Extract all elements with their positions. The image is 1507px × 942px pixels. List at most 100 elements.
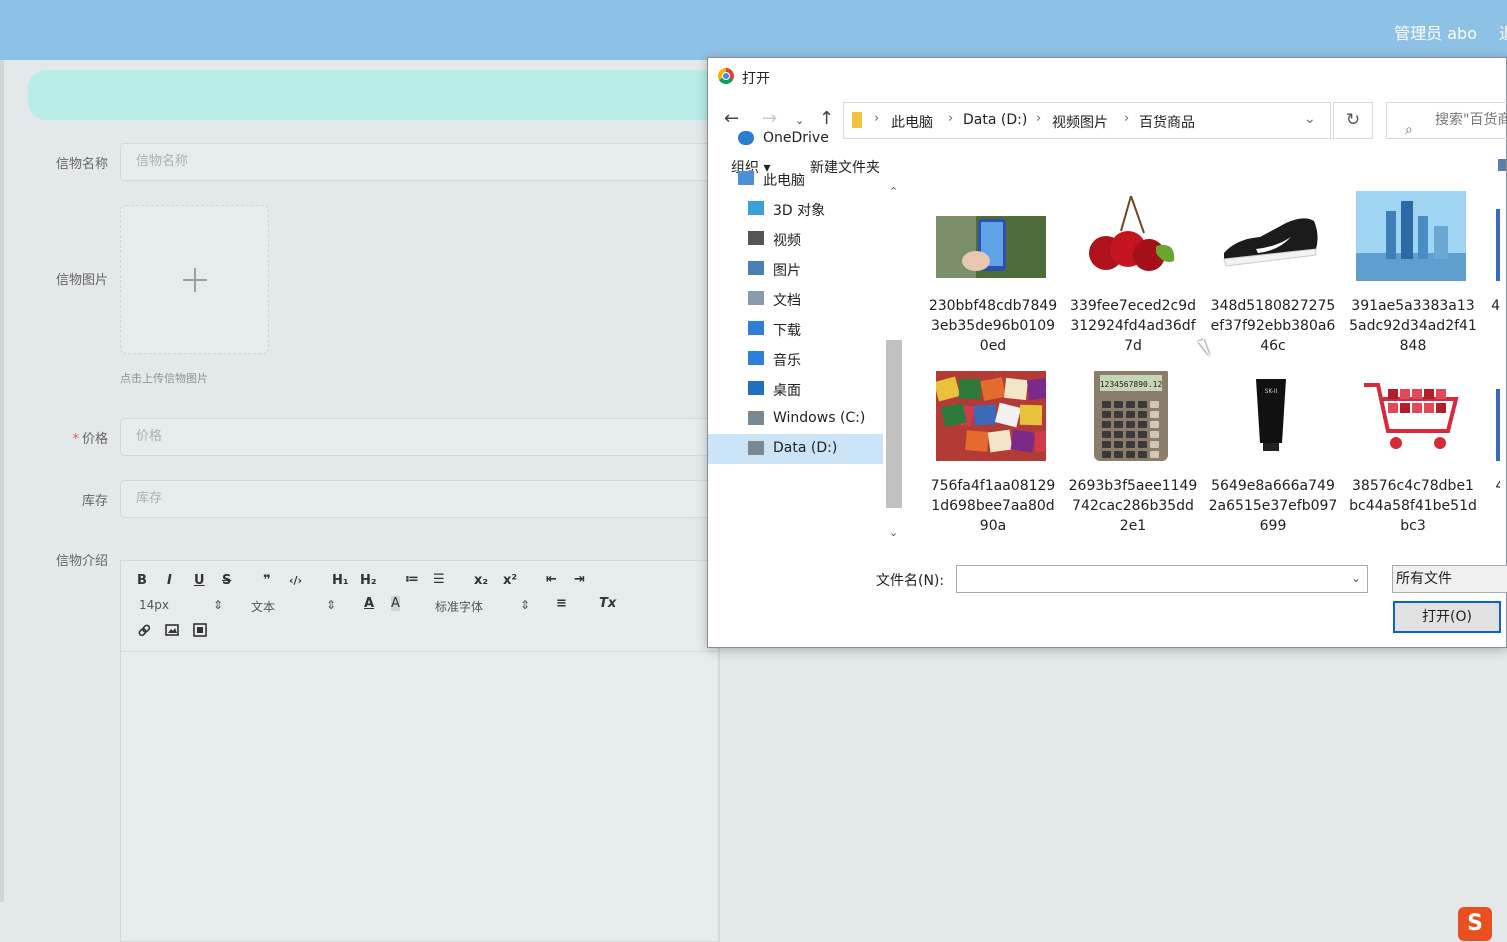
sidebar-edge [0,60,4,902]
scroll-down-icon[interactable]: ⌄ [889,526,898,539]
refresh-button[interactable]: ↻ [1333,102,1373,139]
rich-text-editor[interactable]: B I U S ❞ ‹/› H₁ H₂ ≔ ☰ x₂ x² ⇤ ⇥ 14px ⇕… [120,560,720,942]
cube-icon [748,201,764,215]
font-size-select[interactable]: 14px [139,598,169,612]
file-name: 5649e8a666a7492a6515e37efb097699 [1208,478,1338,534]
image-upload-button[interactable] [120,205,269,354]
chevron-right-icon: › [1036,111,1042,126]
stock-label: 库存 [81,494,108,509]
plus-icon [182,267,207,292]
nav-item-label: Windows (C:) [773,410,866,426]
filetype-select[interactable]: 所有文件 [1392,565,1507,593]
ordered-list-button[interactable]: ≔ [405,572,419,587]
underline-button[interactable]: U [194,573,205,588]
price-input[interactable]: 价格 [120,418,720,456]
chevron-right-icon: › [1124,111,1130,126]
panel-divider [718,648,719,942]
nav-item[interactable]: 文档 [708,284,883,314]
document-icon [748,291,764,305]
file-name: 49 [1491,298,1500,314]
admin-user-label[interactable]: 管理员 abo [1394,20,1477,44]
nav-item[interactable]: 视频 [708,224,883,254]
search-placeholder: 搜索"百货商品" [1435,112,1507,128]
address-bar[interactable]: › 此电脑 › Data (D:) › 视频图片 › 百货商品 ⌄ [843,102,1331,139]
italic-button[interactable]: I [167,573,172,588]
bold-button[interactable]: B [137,573,147,588]
svg-text:SK-II: SK-II [1265,388,1278,395]
price-label-text: 价格 [81,432,108,447]
file-item[interactable]: 348d5180827275ef37f92ebb380a646c [1196,191,1335,371]
stock-input[interactable]: 库存 [120,480,720,518]
editor-toolbar: B I U S ❞ ‹/› H₁ H₂ ≔ ☰ x₂ x² ⇤ ⇥ 14px ⇕… [121,561,719,652]
superscript-button[interactable]: x² [503,573,517,588]
nav-item[interactable]: Windows (C:) [708,404,883,434]
logout-link[interactable]: 退 [1499,20,1507,44]
link-icon[interactable] [137,623,151,637]
chevron-right-icon: › [948,111,954,126]
navigation-pane: OneDrive 此电脑 3D 对象视频 图片 文档下载音乐 桌面 Windows (C:)… [708,58,903,464]
header-banner [28,70,728,120]
scroll-up-icon[interactable]: ⌃ [889,185,898,198]
file-thumbnail [1216,191,1326,281]
file-item[interactable]: 1234567890.12 2693b3f5aee1149742cac286b35… [1056,367,1197,551]
code-button[interactable]: ‹/› [289,574,302,587]
file-item[interactable]: 391ae5a3383a135adc92d34ad2f41848 [1336,191,1477,371]
breadcrumb-data-drive[interactable]: Data (D:) [963,112,1027,128]
file-name: 4 [1495,478,1500,494]
nav-item[interactable]: Data (D:) [708,434,883,464]
quote-button[interactable]: ❞ [263,573,271,588]
align-button[interactable]: ≡ [556,596,567,611]
nav-item[interactable]: 3D 对象 [708,194,883,224]
nav-item[interactable]: 桌面 [708,374,883,404]
refresh-icon: ↻ [1345,110,1361,130]
subscript-button[interactable]: x₂ [474,573,488,588]
h2-button[interactable]: H₂ [360,573,377,588]
file-thumbnail: SK-II [1216,371,1326,461]
video-icon [748,231,764,245]
top-bar: 管理员 abo 退 [0,0,1507,60]
bullet-list-button[interactable]: ☰ [433,572,445,587]
file-thumbnail [1076,191,1186,281]
background-color-button[interactable]: A [391,596,400,611]
file-item[interactable]: 38576c4c78dbe1bc44a58f41be51dbc3 [1336,371,1477,551]
text-style-select[interactable]: 文本 [251,598,275,615]
strike-button[interactable]: S [222,573,231,588]
image-icon[interactable] [165,623,179,637]
indent-button[interactable]: ⇥ [574,572,585,587]
font-color-button[interactable]: A [364,596,374,611]
chevron-down-icon[interactable]: ⌄ [1304,111,1316,127]
nav-item[interactable]: 图片 [708,254,883,284]
video-icon[interactable] [193,623,207,637]
open-button[interactable]: 打开(O) [1393,601,1501,633]
breadcrumb-videos-pictures[interactable]: 视频图片 [1052,112,1108,132]
file-item[interactable]: 339fee7eced2c9d312924fd4ad36df7d [1056,191,1196,371]
nav-item-label: Data (D:) [773,440,838,456]
nav-item-label: 3D 对象 [773,203,826,219]
filename-input[interactable]: ⌄ [956,565,1368,593]
computer-icon [738,171,754,185]
filename-label: 文件名(N): [876,573,945,589]
h1-button[interactable]: H₁ [332,573,349,588]
nav-scrollbar-thumb[interactable] [886,340,902,508]
breadcrumb-goods[interactable]: 百货商品 [1139,112,1195,132]
chevron-down-icon[interactable]: ⌄ [1351,571,1361,585]
nav-item-label: 下载 [773,323,801,339]
view-options-icon[interactable] [1498,159,1506,171]
nav-item[interactable]: 音乐 [708,344,883,374]
nav-item[interactable]: 此电脑 [708,164,883,194]
file-item[interactable]: 4 [1476,371,1500,551]
outdent-button[interactable]: ⇤ [546,572,557,587]
clear-format-button[interactable]: Tx [599,596,616,611]
upload-hint: 点击上传信物图片 [120,372,208,385]
chevron-updown-icon: ⇕ [326,598,337,612]
nav-item[interactable]: 下载 [708,314,883,344]
search-input[interactable]: ⌕ 搜索"百货商品" [1386,102,1507,139]
file-item[interactable]: SK-II 5649e8a666a7492a6515e37efb097699 [1196,371,1337,551]
font-family-select[interactable]: 标准字体 [435,598,483,615]
file-item[interactable]: 230bbf48cdb78493eb35de96b01090ed [916,191,1057,371]
name-input[interactable]: 信物名称 [120,143,720,181]
image-label: 信物图片 [55,273,108,288]
file-item[interactable]: 49 [1476,191,1500,371]
file-item[interactable]: 756fa4f1aa081291d698bee7aa80d90a [916,371,1058,551]
nav-item[interactable]: OneDrive [708,124,883,154]
